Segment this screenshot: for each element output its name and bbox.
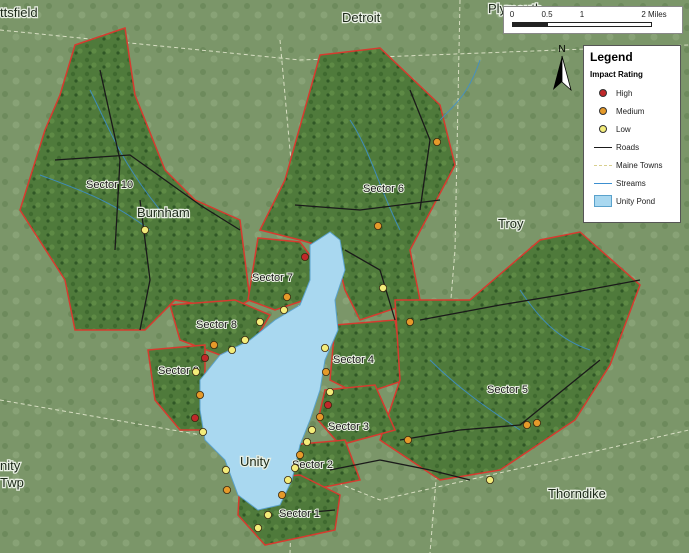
town-label-thorndike: Thorndike bbox=[548, 486, 606, 501]
legend-label-roads: Roads bbox=[616, 142, 640, 152]
impact-point-high[interactable] bbox=[300, 252, 309, 261]
impact-point-medium[interactable] bbox=[277, 490, 286, 499]
map-legend: Legend Impact Rating High Medium Low Roa… bbox=[583, 45, 681, 223]
impact-point-low[interactable] bbox=[198, 427, 207, 436]
impact-point-low[interactable] bbox=[378, 283, 387, 292]
legend-item-medium: Medium bbox=[590, 102, 674, 120]
legend-item-roads: Roads bbox=[590, 138, 674, 156]
impact-point-medium[interactable] bbox=[405, 317, 414, 326]
scale-tick-0-5: 0.5 bbox=[541, 10, 553, 19]
impact-point-medium[interactable] bbox=[432, 137, 441, 146]
impact-point-low[interactable] bbox=[255, 317, 264, 326]
legend-high-swatch bbox=[599, 89, 607, 97]
sector-label-3: Sector 3 bbox=[328, 421, 369, 433]
sector-label-7: Sector 7 bbox=[252, 272, 293, 284]
impact-point-medium[interactable] bbox=[282, 292, 291, 301]
legend-item-low: Low bbox=[590, 120, 674, 138]
impact-point-low[interactable] bbox=[221, 465, 230, 474]
impact-point-low[interactable] bbox=[302, 437, 311, 446]
legend-impact-title: Impact Rating bbox=[590, 70, 643, 79]
sector-label-5: Sector 5 bbox=[487, 384, 528, 396]
impact-point-low[interactable] bbox=[227, 345, 236, 354]
impact-point-low[interactable] bbox=[240, 335, 249, 344]
town-label-troy: Troy bbox=[498, 216, 524, 231]
watershed-map[interactable]: ttsfield Detroit Plymouth Burnham Troy U… bbox=[0, 0, 689, 553]
north-label: N bbox=[558, 44, 565, 55]
scale-bar-graphic bbox=[512, 22, 652, 27]
legend-roads-swatch bbox=[594, 146, 612, 148]
impact-point-low[interactable] bbox=[140, 225, 149, 234]
legend-label-medium: Medium bbox=[616, 106, 645, 116]
impact-point-medium[interactable] bbox=[222, 485, 231, 494]
legend-label-high: High bbox=[616, 88, 633, 98]
town-label-burnham: Burnham bbox=[137, 205, 190, 220]
impact-point-medium[interactable] bbox=[321, 367, 330, 376]
impact-point-medium[interactable] bbox=[195, 390, 204, 399]
impact-point-low[interactable] bbox=[485, 475, 494, 484]
impact-point-medium[interactable] bbox=[523, 420, 532, 429]
north-arrow: N bbox=[550, 42, 574, 94]
legend-label-streams: Streams bbox=[616, 178, 646, 188]
scale-tick-1: 1 bbox=[579, 10, 585, 19]
impact-point-high[interactable] bbox=[323, 400, 332, 409]
town-label-unity: Unity bbox=[240, 454, 270, 469]
scale-tick-2: 2 Miles bbox=[641, 10, 667, 19]
legend-title: Legend bbox=[590, 50, 633, 64]
sector-label-8: Sector 8 bbox=[196, 319, 237, 331]
town-label-detroit: Detroit bbox=[342, 10, 381, 25]
impact-point-medium[interactable] bbox=[403, 435, 412, 444]
impact-point-medium[interactable] bbox=[209, 340, 218, 349]
impact-point-medium[interactable] bbox=[373, 221, 382, 230]
town-label-unity-twp-1: nity bbox=[0, 458, 21, 473]
town-label-unity-twp-2: Twp bbox=[0, 475, 24, 490]
impact-point-medium[interactable] bbox=[533, 418, 542, 427]
impact-point-low[interactable] bbox=[191, 367, 200, 376]
legend-item-pond: Unity Pond bbox=[590, 192, 674, 210]
impact-point-high[interactable] bbox=[190, 413, 199, 422]
sector-label-1: Sector 1 bbox=[279, 508, 320, 520]
legend-streams-swatch bbox=[594, 182, 612, 184]
legend-medium-swatch bbox=[599, 107, 607, 115]
scale-tick-0: 0 bbox=[509, 10, 515, 19]
legend-pond-swatch bbox=[594, 195, 612, 207]
impact-point-low[interactable] bbox=[263, 510, 272, 519]
impact-point-medium[interactable] bbox=[315, 412, 324, 421]
legend-item-towns: Maine Towns bbox=[590, 156, 674, 174]
impact-point-low[interactable] bbox=[290, 463, 299, 472]
impact-point-low[interactable] bbox=[320, 343, 329, 352]
legend-item-streams: Streams bbox=[590, 174, 674, 192]
legend-label-low: Low bbox=[616, 124, 631, 134]
impact-point-low[interactable] bbox=[283, 475, 292, 484]
impact-point-high[interactable] bbox=[200, 353, 209, 362]
impact-point-low[interactable] bbox=[325, 387, 334, 396]
legend-towns-swatch bbox=[594, 164, 612, 166]
impact-point-medium[interactable] bbox=[295, 450, 304, 459]
sector-label-6: Sector 6 bbox=[363, 183, 404, 195]
legend-low-swatch bbox=[599, 125, 607, 133]
impact-point-low[interactable] bbox=[253, 524, 262, 533]
sector-label-10: Sector 10 bbox=[86, 179, 133, 191]
impact-point-low[interactable] bbox=[307, 425, 316, 434]
impact-point-low[interactable] bbox=[279, 305, 288, 314]
sector-label-4: Sector 4 bbox=[333, 354, 374, 366]
legend-label-pond: Unity Pond bbox=[616, 196, 656, 206]
legend-item-high: High bbox=[590, 84, 674, 102]
north-arrow-icon: N bbox=[553, 44, 572, 92]
legend-label-towns: Maine Towns bbox=[616, 160, 663, 170]
scale-bar: 0 0.5 1 2 Miles bbox=[503, 6, 683, 34]
town-label-pittsfield: ttsfield bbox=[0, 5, 38, 20]
